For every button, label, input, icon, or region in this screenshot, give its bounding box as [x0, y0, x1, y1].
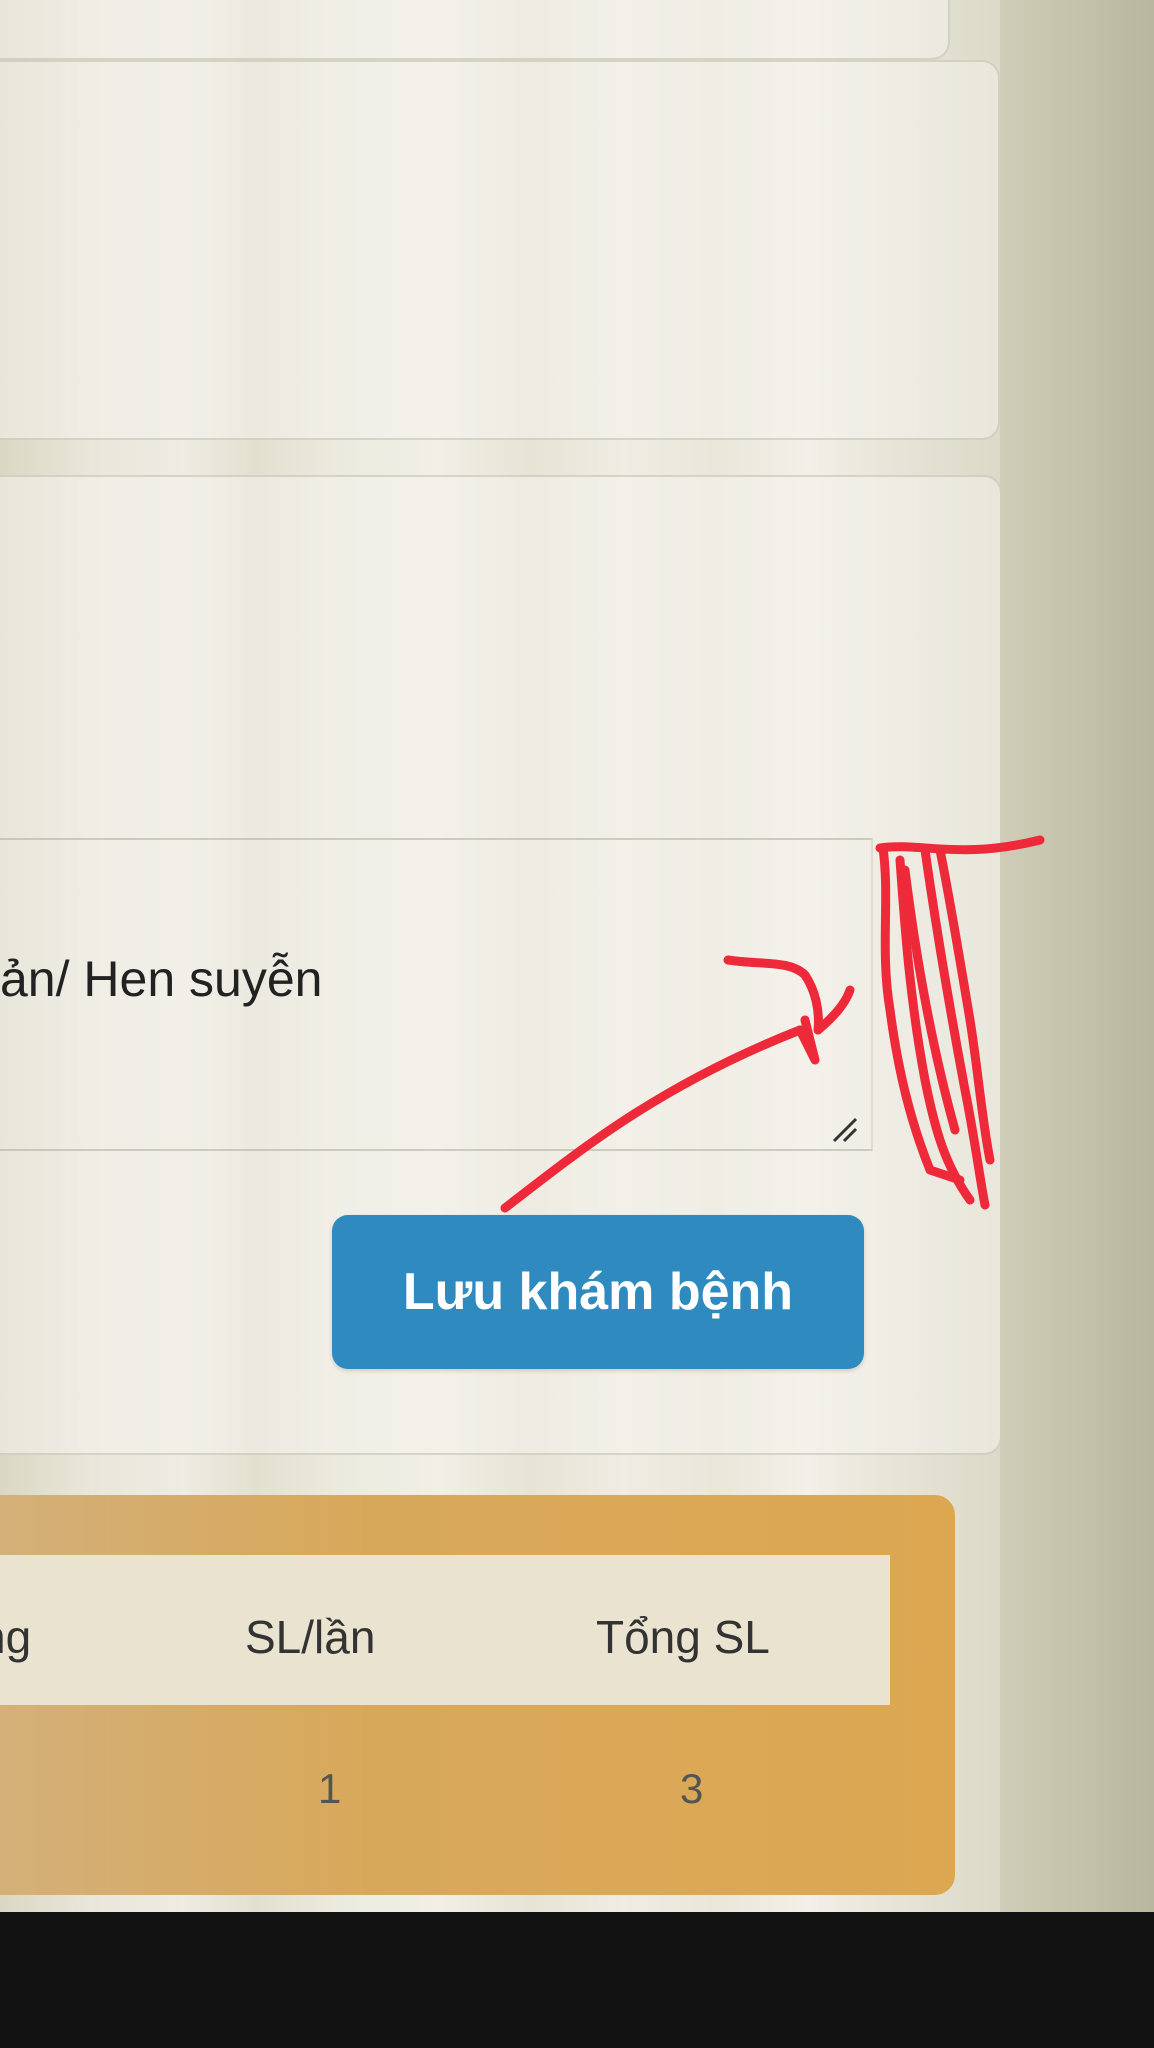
- table-header: ng SL/lần Tổng SL: [0, 1555, 890, 1705]
- panel-top: [0, 0, 950, 60]
- table-header-cell: Tổng SL: [596, 1611, 770, 1663]
- medication-table: ng SL/lần Tổng SL 1 3: [0, 1495, 955, 1895]
- screen-edge: [1000, 0, 1154, 1912]
- monitor-bezel: [0, 1912, 1154, 2048]
- table-cell: 3: [680, 1765, 704, 1812]
- panel-empty: [0, 60, 1000, 440]
- resize-handle-icon[interactable]: [830, 1115, 860, 1145]
- diagnosis-textarea-value: ản/ Hen suyễn: [0, 951, 323, 1007]
- table-cell: 1: [318, 1765, 342, 1812]
- save-exam-button[interactable]: Lưu khám bệnh: [332, 1215, 864, 1369]
- screen: ản/ Hen suyễn Lưu khám bệnh ng SL/lần Tổ…: [0, 0, 1154, 1912]
- table-header-cell: ng: [0, 1611, 32, 1663]
- table-header-cell: SL/lần: [245, 1611, 376, 1663]
